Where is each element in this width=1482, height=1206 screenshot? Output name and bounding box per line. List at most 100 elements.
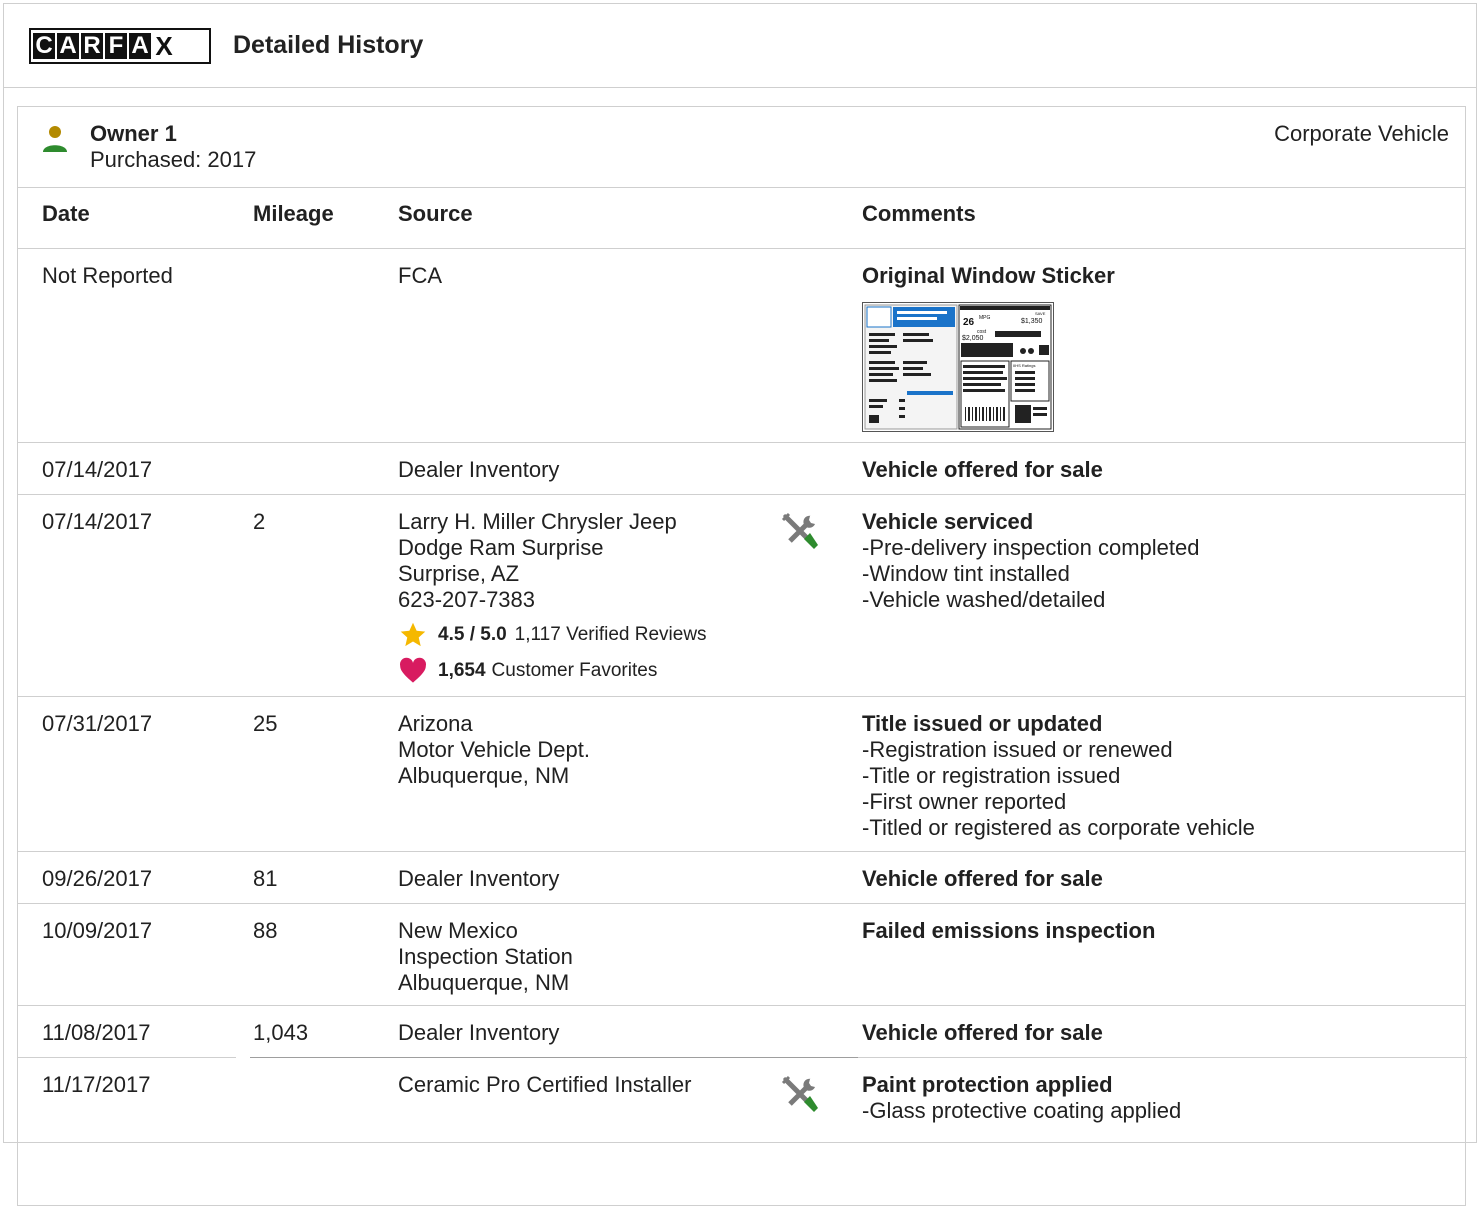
- table-row: 07/14/2017 2 Larry H. Miller Chrysler Je…: [18, 495, 1465, 697]
- sticker-ihs-label: IIHS Ratings: [1013, 363, 1035, 368]
- table-row: Not Reported FCA Original Window Sticker: [18, 249, 1465, 443]
- owner-purchased: Purchased: 2017: [90, 147, 257, 172]
- row-mileage: 2: [253, 509, 266, 534]
- sticker-mpg: 26: [963, 317, 975, 328]
- logo-letter: X: [153, 33, 175, 59]
- sticker-save-amount: $1,350: [1021, 318, 1043, 325]
- table-header: Date Mileage Source Comments: [18, 187, 1465, 249]
- comment-title: Paint protection applied: [862, 1072, 1113, 1097]
- comment-item: -Vehicle washed/detailed: [862, 587, 1106, 612]
- comment-item: -First owner reported: [862, 789, 1067, 814]
- owner-person-icon: [43, 126, 67, 152]
- row-date: Not Reported: [42, 263, 173, 288]
- row-comments: Vehicle serviced -Pre-delivery inspectio…: [862, 509, 1200, 613]
- row-source: Arizona Motor Vehicle Dept. Albuquerque,…: [398, 711, 590, 789]
- star-icon: [400, 622, 426, 647]
- sticker-mpg-unit: MPG: [979, 315, 991, 321]
- logo-letter: R: [81, 33, 103, 59]
- row-date: 07/14/2017: [42, 509, 153, 534]
- table-row: 07/14/2017 Dealer Inventory Vehicle offe…: [18, 443, 1465, 495]
- comment-item: -Titled or registered as corporate vehic…: [862, 815, 1255, 840]
- comment-item: -Registration issued or renewed: [862, 737, 1173, 762]
- service-tools-icon: [781, 512, 818, 549]
- row-comment-title: Vehicle offered for sale: [862, 1020, 1103, 1045]
- carfax-logo[interactable]: C A R F A X: [29, 28, 211, 64]
- logo-letter: F: [105, 33, 127, 59]
- row-comments: Paint protection applied -Glass protecti…: [862, 1072, 1181, 1124]
- dealer-phone[interactable]: 623-207-7383: [398, 587, 707, 613]
- row-source: New Mexico Inspection Station Albuquerqu…: [398, 918, 573, 996]
- comment-item: -Title or registration issued: [862, 763, 1121, 788]
- owner-type: Corporate Vehicle: [1274, 121, 1449, 146]
- row-comment-title: Failed emissions inspection: [862, 918, 1156, 943]
- row-comments: Title issued or updated -Registration is…: [862, 711, 1255, 841]
- comment-item: -Pre-delivery inspection completed: [862, 535, 1200, 560]
- row-mileage: 1,043: [253, 1020, 309, 1045]
- comment-item: -Glass protective coating applied: [862, 1098, 1182, 1123]
- review-count: 1,117 Verified Reviews: [514, 624, 707, 645]
- source-line: Albuquerque, NM: [398, 763, 570, 788]
- row-comment-title: Original Window Sticker: [862, 263, 1115, 288]
- owner-name: Owner 1: [90, 121, 177, 146]
- comment-title: Title issued or updated: [862, 711, 1103, 736]
- service-tools-icon: [781, 1075, 818, 1112]
- source-line: Inspection Station: [398, 944, 573, 969]
- page-title: Detailed History: [233, 31, 424, 59]
- logo-letter: C: [33, 33, 55, 59]
- customer-favorites[interactable]: 1,654 Customer Favorites: [398, 657, 707, 685]
- sticker-cost-amount: $2,050: [962, 335, 984, 342]
- rating-value: 4.5 / 5.0: [438, 624, 507, 645]
- comment-item: -Window tint installed: [862, 561, 1070, 586]
- row-date: 07/14/2017: [42, 457, 153, 482]
- source-line: Dealer Inventory: [398, 866, 560, 891]
- row-source: Dealer Inventory: [398, 457, 559, 483]
- source-line: Arizona: [398, 711, 473, 736]
- row-source: Ceramic Pro Certified Installer: [398, 1072, 691, 1098]
- logo-letter: A: [129, 33, 151, 59]
- row-date: 11/17/2017: [42, 1072, 151, 1097]
- row-date: 09/26/2017: [42, 866, 153, 891]
- owner-summary: Owner 1 Purchased: 2017 Corporate Vehicl…: [18, 107, 1465, 188]
- logo-letter: A: [57, 33, 79, 59]
- table-row: 11/17/2017 Ceramic Pro Certified Install…: [18, 1058, 1465, 1178]
- report-header: C A R F A X Detailed History: [4, 4, 1476, 88]
- row-mileage: 25: [253, 711, 278, 736]
- favorites-count: 1,654: [438, 660, 486, 681]
- table-row: 07/31/2017 25 Arizona Motor Vehicle Dept…: [18, 697, 1465, 852]
- row-comment-title: Vehicle offered for sale: [862, 457, 1103, 482]
- row-source: Larry H. Miller Chrysler Jeep Dodge Ram …: [398, 509, 707, 685]
- row-date: 11/08/2017: [42, 1020, 151, 1045]
- row-source: Dealer Inventory: [398, 866, 559, 892]
- row-source: FCA: [398, 263, 442, 289]
- row-date: 07/31/2017: [42, 711, 153, 736]
- column-header-mileage: Mileage: [253, 201, 334, 226]
- window-sticker-thumbnail[interactable]: 26 MPG SAVE $1,350 cost $2,050 IIHS Rati…: [862, 302, 1054, 432]
- source-line: Dealer Inventory: [398, 457, 560, 482]
- source-line: Ceramic Pro Certified Installer: [398, 1072, 692, 1097]
- table-row: 10/09/2017 88 New Mexico Inspection Stat…: [18, 904, 1465, 1006]
- source-line: Surprise, AZ: [398, 561, 520, 586]
- table-row: 09/26/2017 81 Dealer Inventory Vehicle o…: [18, 852, 1465, 904]
- favorites-label: Customer Favorites: [491, 660, 658, 681]
- source-line: Albuquerque, NM: [398, 970, 570, 995]
- row-mileage: 88: [253, 918, 278, 943]
- row-date: 10/09/2017: [42, 918, 153, 943]
- row-mileage: 81: [253, 866, 278, 891]
- owner-history-card: Owner 1 Purchased: 2017 Corporate Vehicl…: [17, 106, 1467, 1206]
- row-comment-title: Vehicle offered for sale: [862, 866, 1103, 891]
- dealer-name-link[interactable]: Larry H. Miller Chrysler Jeep: [398, 509, 707, 535]
- sticker-save-label: SAVE: [1035, 311, 1046, 316]
- source-line: FCA: [398, 263, 442, 288]
- source-line: Dodge Ram Surprise: [398, 535, 604, 560]
- comment-title: Vehicle serviced: [862, 509, 1034, 534]
- source-line: Motor Vehicle Dept.: [398, 737, 590, 762]
- source-line: Dealer Inventory: [398, 1020, 560, 1045]
- column-header-comments: Comments: [862, 201, 976, 226]
- source-line: New Mexico: [398, 918, 518, 943]
- heart-icon: [400, 657, 426, 683]
- table-row: 11/08/2017 1,043 Dealer Inventory Vehicl…: [18, 1006, 1467, 1058]
- report-frame: C A R F A X Detailed History Owner 1 Pur…: [3, 3, 1477, 1206]
- dealer-rating[interactable]: 4.5 / 5.0 1,117 Verified Reviews: [398, 621, 707, 649]
- column-header-date: Date: [42, 201, 90, 226]
- row-source: Dealer Inventory: [398, 1020, 559, 1046]
